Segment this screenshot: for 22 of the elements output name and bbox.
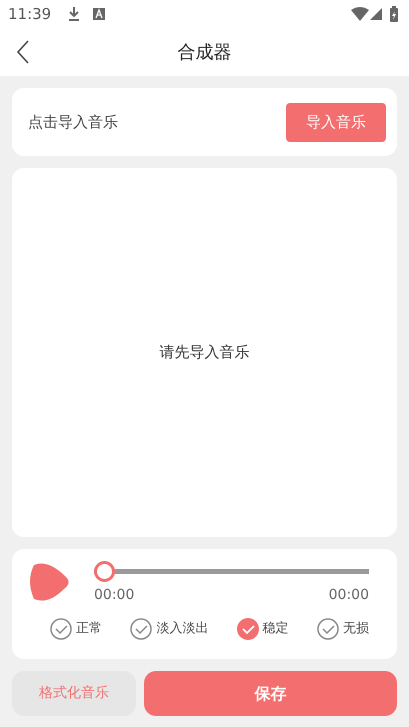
mode-option[interactable]: 稳定 bbox=[236, 618, 289, 640]
checked-circle-icon bbox=[236, 618, 259, 640]
battery-icon bbox=[389, 6, 399, 22]
wifi-icon bbox=[351, 7, 369, 21]
page-title: 合成器 bbox=[178, 40, 232, 64]
check-circle-icon bbox=[50, 618, 72, 640]
mode-option[interactable]: 正常 bbox=[50, 618, 102, 640]
mode-option[interactable]: 淡入淡出 bbox=[130, 618, 208, 640]
app-notification-icon bbox=[93, 8, 106, 20]
check-circle-icon bbox=[316, 618, 339, 640]
total-time: 00:00 bbox=[328, 586, 369, 605]
import-label: 点击导入音乐 bbox=[28, 112, 118, 133]
mode-option[interactable]: 无损 bbox=[316, 618, 369, 640]
signal-icon bbox=[369, 7, 383, 21]
check-circle-icon bbox=[130, 618, 152, 640]
back-icon[interactable] bbox=[16, 40, 30, 64]
status-time: 11:39 bbox=[8, 4, 52, 25]
download-icon bbox=[67, 6, 82, 22]
empty-message: 请先导入音乐 bbox=[160, 342, 250, 364]
slider-thumb[interactable] bbox=[94, 561, 115, 582]
current-time: 00:00 bbox=[94, 586, 134, 605]
play-icon[interactable] bbox=[28, 561, 70, 603]
